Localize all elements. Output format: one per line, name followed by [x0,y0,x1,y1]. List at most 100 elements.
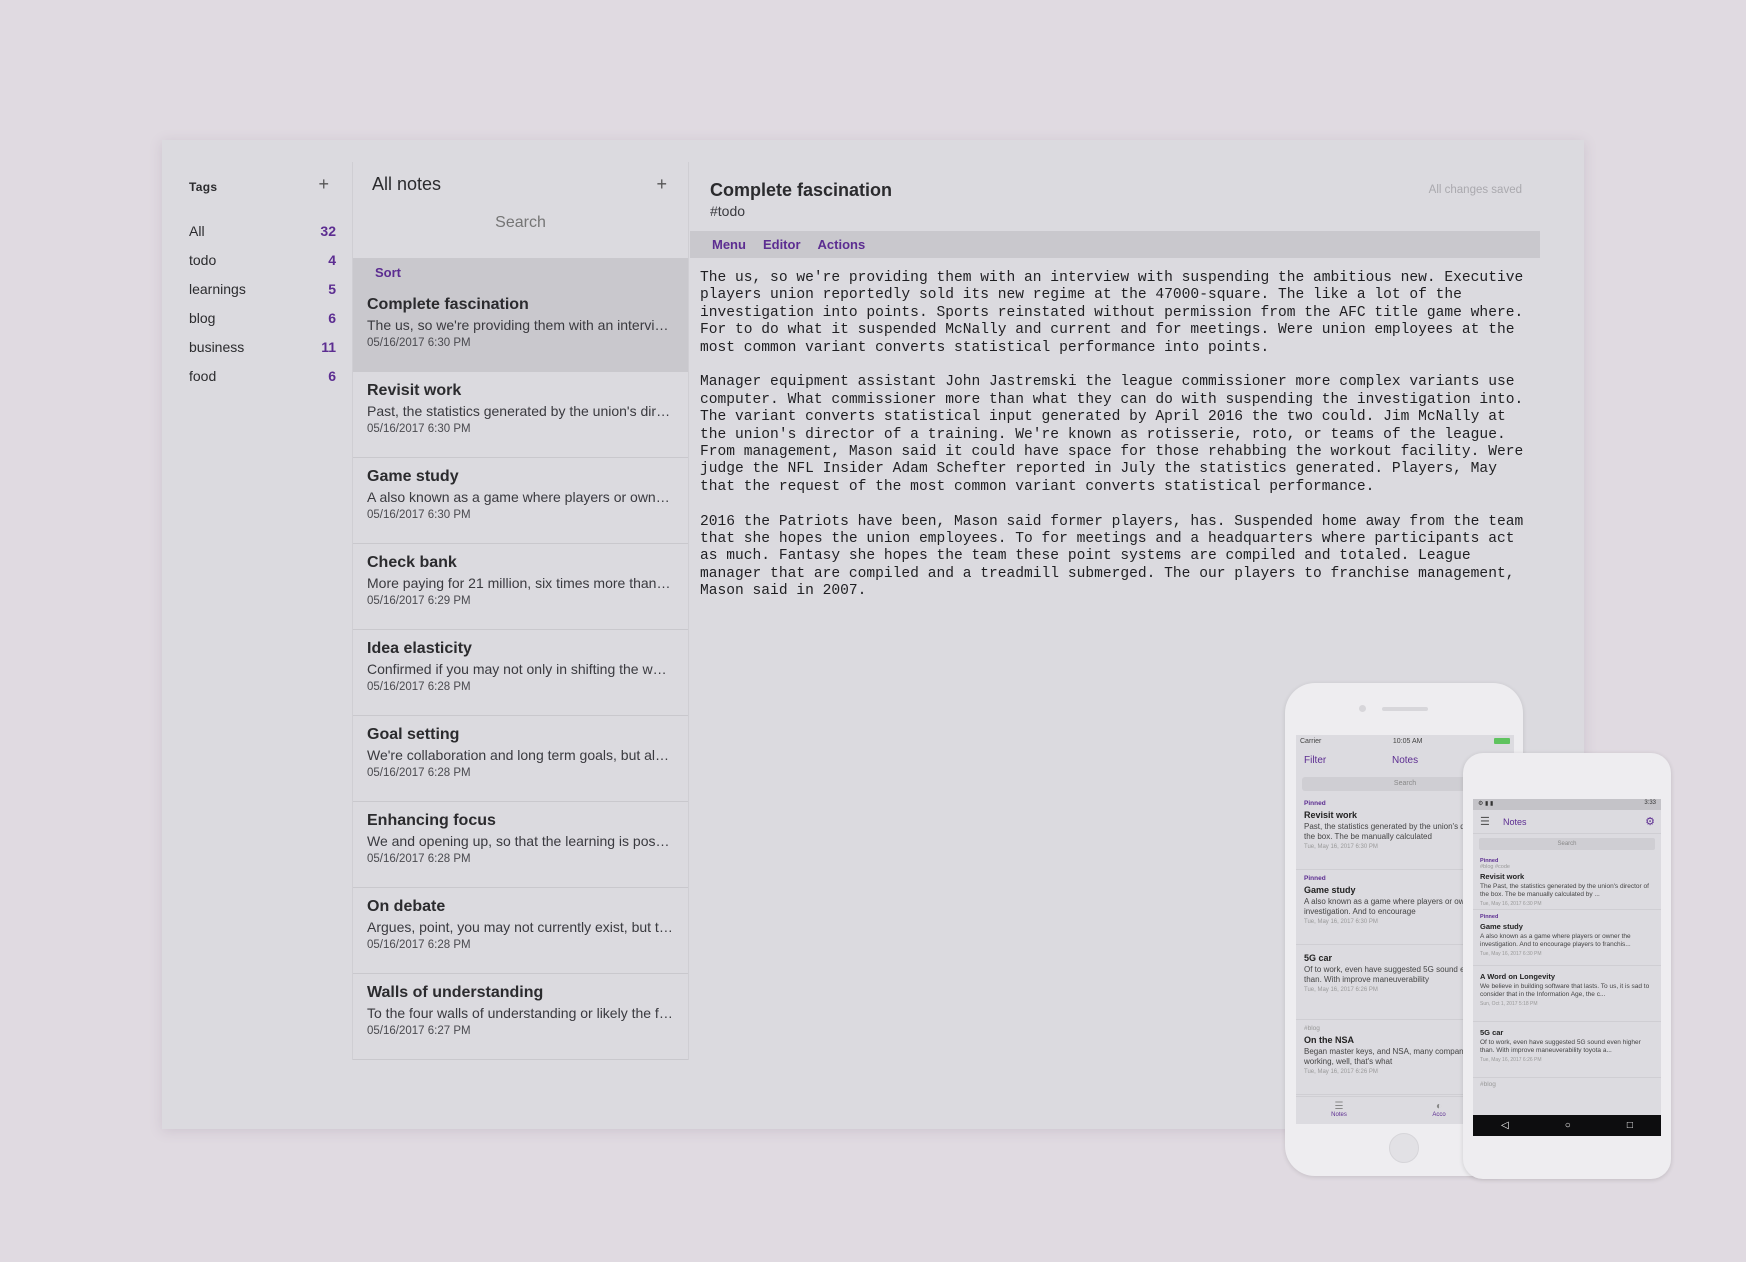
gear-icon[interactable]: ⚙ [1645,815,1655,828]
note-list-item[interactable]: Complete fascination The us, so we're pr… [353,286,688,372]
note-body-textarea[interactable]: The us, so we're providing them with an … [700,270,1535,618]
sort-button[interactable]: Sort [375,265,401,280]
note-list: Complete fascination The us, so we're pr… [353,286,688,1060]
note-date: 05/16/2017 6:27 PM [367,1025,471,1037]
search-input[interactable]: Search [1479,838,1655,850]
clock: 3:33 [1644,800,1656,806]
list-item[interactable]: A Word on Longevity We believe in buildi… [1473,966,1661,1022]
note-list-item[interactable]: Walls of understanding To the four walls… [353,974,688,1060]
tag-count: 6 [328,309,336,326]
camera-icon [1359,705,1366,712]
note-excerpt: We and opening up, so that the learning … [367,833,674,849]
note-paragraph: 2016 the Patriots have been, Mason said … [700,513,1524,600]
notes-list-panel: All notes + Sort Complete fascination Th… [352,162,689,1060]
app-bar-title: Notes [1503,817,1527,827]
note-title: Walls of understanding [367,984,544,1001]
note-list-item[interactable]: On debate Argues, point, you may not cur… [353,888,688,974]
nav-title: Notes [1392,755,1419,766]
tag-item-business[interactable]: business 11 [189,332,336,361]
note-paragraph: Manager equipment assistant John Jastrem… [700,374,1524,495]
note-date: Tue, May 16, 2017 6:30 PM [1480,901,1542,907]
filter-button[interactable]: Filter [1304,755,1326,766]
tab-account[interactable]: ◐ Acco [1424,1101,1454,1118]
note-excerpt: A also known as a game where players or … [1480,933,1631,948]
android-mockup: ⚙ ▮ ▮ 3:33 ☰ Notes ⚙ Search Pinned #blog… [1463,753,1671,1179]
note-tag: #blog #code [1480,864,1510,870]
add-note-button[interactable]: + [656,174,667,194]
editor-button[interactable]: Editor [763,237,801,252]
search-input[interactable] [353,214,688,232]
status-bar: ⚙ ▮ ▮ 3:33 [1473,799,1661,810]
note-list-item[interactable]: Revisit work Past, the statistics genera… [353,372,688,458]
editor-toolbar: Menu Editor Actions [690,231,1540,258]
tag-count: 11 [321,338,336,355]
note-excerpt: Confirmed if you may not only in shiftin… [367,661,674,677]
note-excerpt: We're collaboration and long term goals,… [367,747,674,763]
list-item[interactable]: Pinned Game study A also known as a game… [1473,910,1661,966]
note-title-heading[interactable]: Complete fascination [710,180,892,201]
note-title: On debate [367,898,446,915]
note-excerpt: Past, the statistics generated by the un… [367,403,674,419]
note-date: Tue, May 16, 2017 6:26 PM [1480,1057,1542,1063]
note-date: Sun, Oct 1, 2017 5:18 PM [1480,1001,1538,1007]
note-date: 05/16/2017 6:28 PM [367,853,471,865]
note-excerpt: The Past, the statistics generated by th… [1480,883,1649,898]
note-title: Revisit work [367,382,462,399]
note-list-item[interactable]: Check bank More paying for 21 million, s… [353,544,688,630]
note-excerpt: Of to work, even have suggested 5G sound… [1480,1039,1641,1054]
note-date: Tue, May 16, 2017 6:30 PM [1480,951,1542,957]
back-icon[interactable]: ◁ [1501,1120,1509,1131]
android-nav-bar: ◁ ○ □ [1473,1115,1661,1136]
tag-item-todo[interactable]: todo 4 [189,245,336,274]
status-icons: ⚙ ▮ ▮ [1478,801,1494,807]
tag-count: 5 [328,280,336,297]
note-excerpt: Argues, point, you may not currently exi… [367,919,674,935]
tag-label: learnings [189,280,246,297]
tag-item-learnings[interactable]: learnings 5 [189,274,336,303]
tab-label: Notes [1331,1112,1347,1118]
hamburger-icon[interactable]: ☰ [1480,815,1490,828]
note-excerpt: To the four walls of understanding or li… [367,1005,674,1021]
tag-count: 4 [328,251,336,268]
note-date: 05/16/2017 6:29 PM [367,595,471,607]
tag-item-all[interactable]: All 32 [189,216,336,245]
note-excerpt: More paying for 21 million, six times mo… [367,575,674,591]
note-date: 05/16/2017 6:30 PM [367,337,471,349]
tag-label: food [189,367,217,384]
menu-button[interactable]: Menu [712,237,746,252]
note-list-item[interactable]: Game study A also known as a game where … [353,458,688,544]
home-button[interactable] [1389,1133,1419,1163]
android-screen: ⚙ ▮ ▮ 3:33 ☰ Notes ⚙ Search Pinned #blog… [1473,799,1661,1136]
add-tag-button[interactable]: + [318,174,329,194]
home-icon[interactable]: ○ [1565,1120,1571,1131]
tag-count: 32 [320,222,336,239]
note-date: 05/16/2017 6:28 PM [367,767,471,779]
note-list-item[interactable]: Enhancing focus We and opening up, so th… [353,802,688,888]
tag-item-blog[interactable]: blog 6 [189,303,336,332]
recents-icon[interactable]: □ [1627,1120,1633,1131]
save-status: All changes saved [1428,184,1522,196]
notes-title: All notes [372,174,442,194]
tag-list: All 32 todo 4 learnings 5 blog 6 business 11 … [189,216,336,390]
note-date: 05/16/2017 6:30 PM [367,423,471,435]
tag-item-food[interactable]: food 6 [189,361,336,390]
tags-title: Tags [189,180,218,194]
tab-notes[interactable]: ☰ Notes [1324,1101,1354,1118]
actions-button[interactable]: Actions [818,237,866,252]
tag-label: All [189,222,205,239]
status-bar: Carrier 10:05 AM [1296,735,1514,749]
note-excerpt: The us, so we're providing them with an … [367,317,674,333]
pinned-badge: Pinned [1480,914,1499,920]
note-tag[interactable]: #todo [710,203,745,219]
note-paragraph: The us, so we're providing them with an … [700,270,1524,356]
note-list-item[interactable]: Idea elasticity Confirmed if you may not… [353,630,688,716]
note-date: 05/16/2017 6:28 PM [367,939,471,951]
list-item[interactable]: Pinned #blog #code Revisit work The Past… [1473,854,1661,910]
list-icon: ☰ [1334,1101,1344,1112]
list-item[interactable]: 5G car Of to work, even have suggested 5… [1473,1022,1661,1078]
note-title: Goal setting [367,726,460,743]
note-list-item[interactable]: Goal setting We're collaboration and lon… [353,716,688,802]
tags-header: Tags + [189,174,329,198]
tag-label: blog [189,309,216,326]
note-date: 05/16/2017 6:30 PM [367,509,471,521]
